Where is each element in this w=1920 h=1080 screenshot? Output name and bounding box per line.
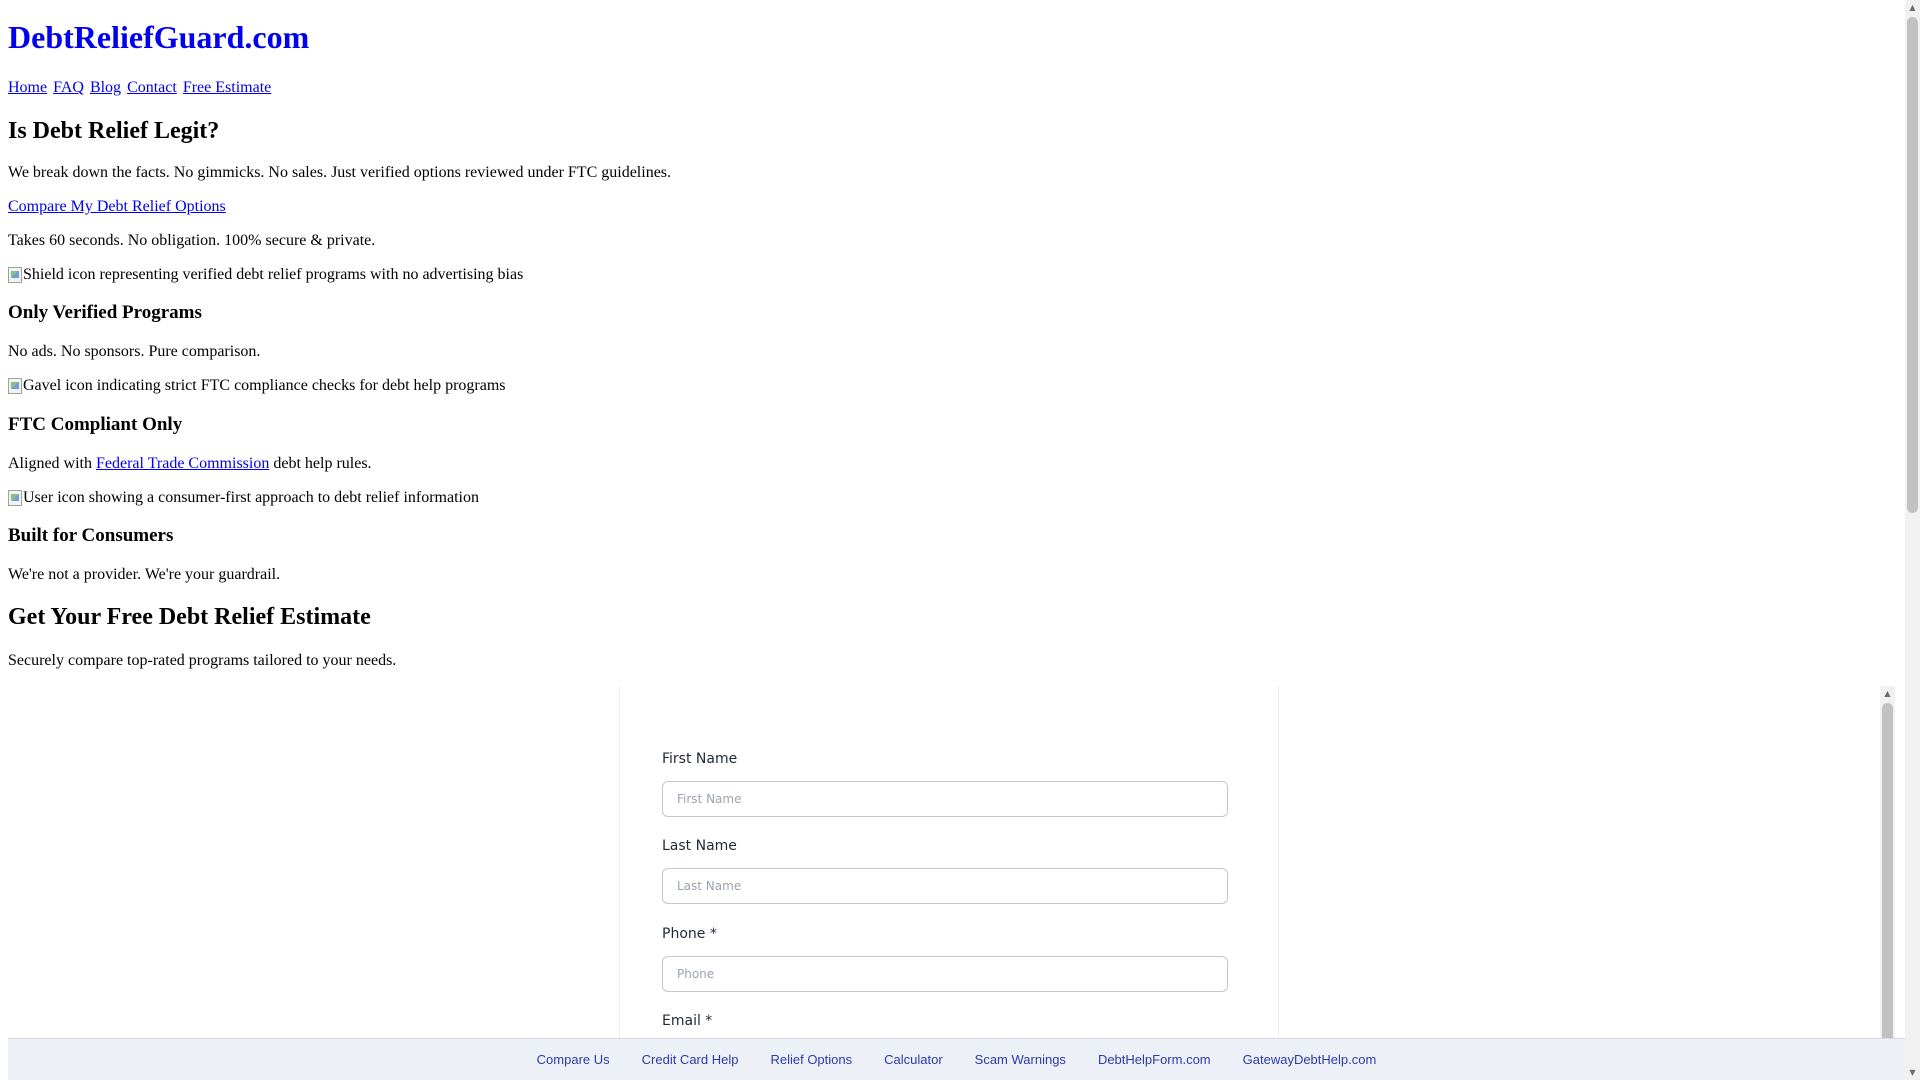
footer-link-debthelpform[interactable]: DebtHelpForm.com — [1098, 1052, 1211, 1067]
nav-contact[interactable]: Contact — [127, 79, 177, 96]
hero-heading: Is Debt Relief Legit? — [8, 118, 220, 144]
shield-image: Shield icon representing verified debt r… — [8, 265, 523, 284]
estimate-subtext: Securely compare top-rated programs tail… — [8, 652, 397, 669]
user-image-alt: User icon showing a consumer-first appro… — [23, 489, 479, 506]
form-scrollbar[interactable]: ▲ — [1880, 686, 1895, 1080]
email-label: Email * — [662, 1013, 713, 1029]
ftc-link[interactable]: Federal Trade Commission — [96, 455, 269, 472]
broken-image-icon — [8, 489, 22, 506]
ftc-text-before: Aligned with — [8, 455, 92, 472]
footer-link-compare-us[interactable]: Compare Us — [537, 1052, 610, 1067]
estimate-heading: Get Your Free Debt Relief Estimate — [8, 604, 371, 630]
feature-text-verified: No ads. No sponsors. Pure comparison. — [8, 343, 261, 360]
hero-intro: We break down the facts. No gimmicks. No… — [8, 164, 672, 181]
gavel-image-alt: Gavel icon indicating strict FTC complia… — [23, 377, 506, 394]
estimate-form: First Name Last Name Phone * Email * — [619, 686, 1279, 1080]
user-image: User icon showing a consumer-first appro… — [8, 488, 479, 507]
nav-home[interactable]: Home — [8, 79, 47, 96]
shield-image-alt: Shield icon representing verified debt r… — [23, 266, 524, 283]
page-scrollbar[interactable]: ▲ ▼ — [1905, 0, 1920, 1080]
nav-blog[interactable]: Blog — [90, 79, 121, 96]
feature-title-verified: Only Verified Programs — [8, 302, 202, 323]
footer-link-scam-warnings[interactable]: Scam Warnings — [975, 1052, 1066, 1067]
first-name-input[interactable] — [662, 781, 1228, 817]
footer-link-credit-card-help[interactable]: Credit Card Help — [642, 1052, 739, 1067]
feature-title-consumers: Built for Consumers — [8, 525, 174, 546]
footer-link-gatewaydebthelp[interactable]: GatewayDebtHelp.com — [1243, 1052, 1377, 1067]
feature-text-consumers: We're not a provider. We're your guardra… — [8, 566, 281, 583]
arrow-up-icon[interactable]: ▲ — [1880, 686, 1895, 701]
form-scrollbar-thumb[interactable] — [1882, 703, 1893, 1063]
footer-nav: Compare Us Credit Card Help Relief Optio… — [8, 1038, 1905, 1080]
nav-faq[interactable]: FAQ — [53, 79, 84, 96]
last-name-label: Last Name — [662, 838, 737, 854]
broken-image-icon — [8, 377, 22, 394]
feature-title-ftc: FTC Compliant Only — [8, 414, 183, 435]
gavel-image: Gavel icon indicating strict FTC complia… — [8, 376, 506, 395]
phone-label: Phone * — [662, 926, 717, 942]
main-nav: Home FAQ Blog Contact Free Estimate — [8, 79, 273, 97]
ftc-text-after: debt help rules. — [273, 455, 372, 472]
phone-input[interactable] — [662, 956, 1228, 992]
first-name-label: First Name — [662, 751, 738, 767]
footer-link-calculator[interactable]: Calculator — [884, 1052, 943, 1067]
feature-text-ftc: Aligned with Federal Trade Commission de… — [8, 454, 372, 473]
hero-note: Takes 60 seconds. No obligation. 100% se… — [8, 232, 376, 249]
footer-link-relief-options[interactable]: Relief Options — [770, 1052, 852, 1067]
site-title-link[interactable]: DebtReliefGuard.com — [8, 19, 309, 55]
broken-image-icon — [8, 266, 22, 283]
site-title: DebtReliefGuard.com — [8, 18, 309, 56]
arrow-down-icon[interactable]: ▼ — [1905, 1065, 1920, 1080]
page-scrollbar-thumb[interactable] — [1907, 17, 1918, 513]
last-name-input[interactable] — [662, 868, 1228, 904]
nav-free-estimate[interactable]: Free Estimate — [183, 79, 271, 96]
compare-options-link[interactable]: Compare My Debt Relief Options — [8, 198, 226, 215]
arrow-up-icon[interactable]: ▲ — [1905, 0, 1920, 15]
estimate-form-frame: First Name Last Name Phone * Email * ▲ — [8, 686, 1895, 1080]
